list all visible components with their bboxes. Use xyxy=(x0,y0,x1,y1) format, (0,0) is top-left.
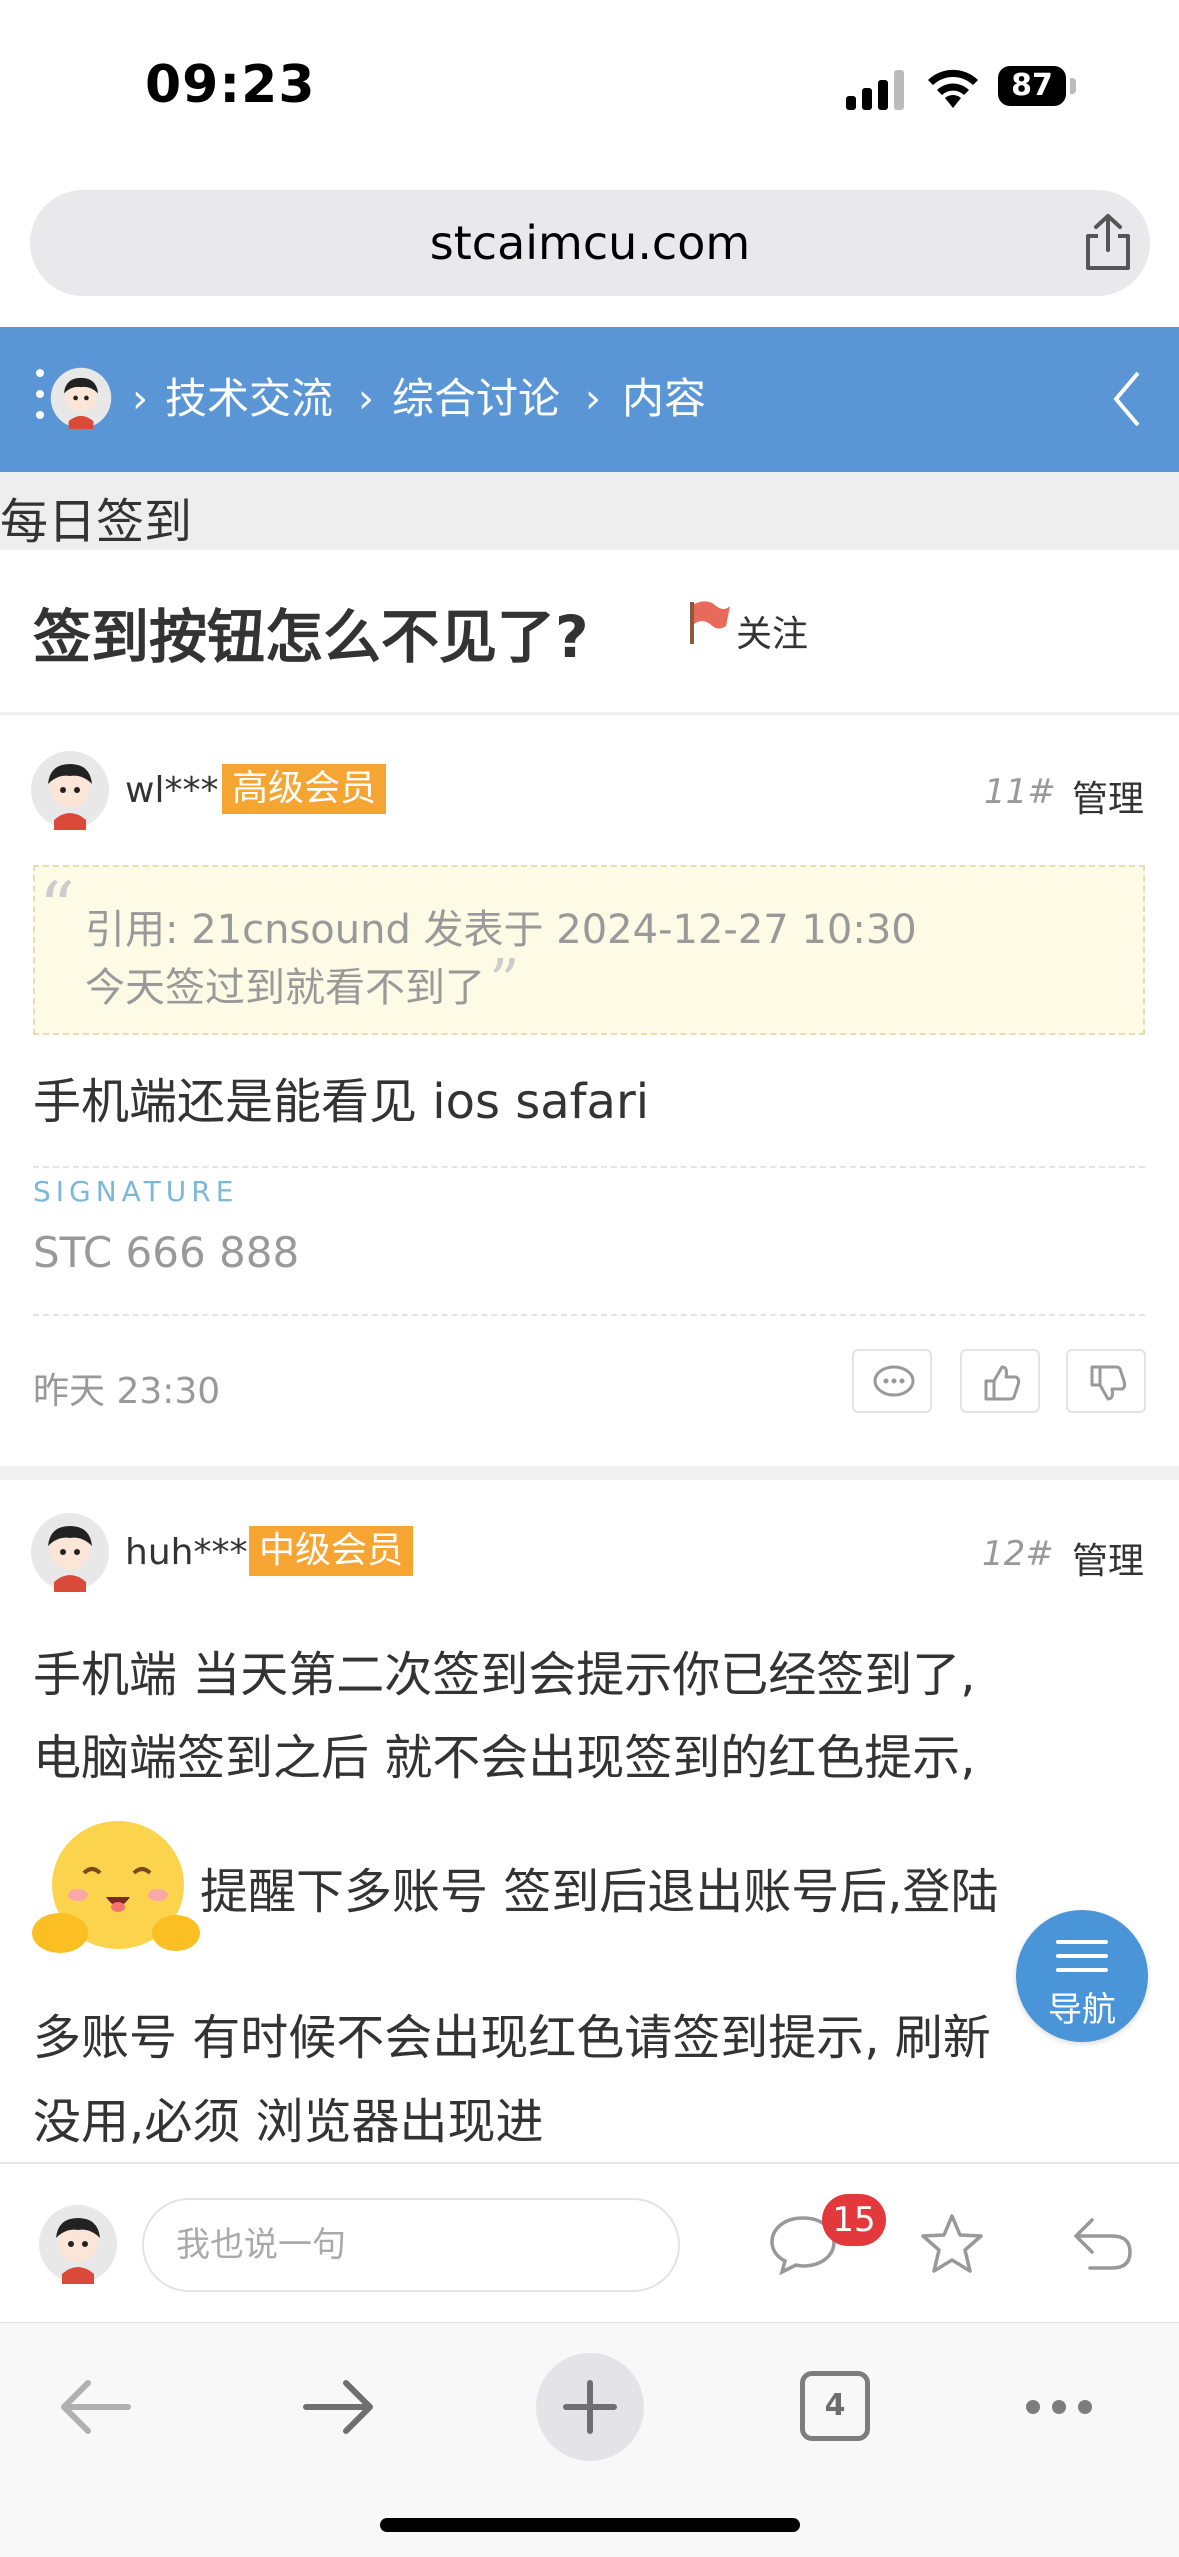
chevron-left-icon[interactable] xyxy=(1108,367,1148,431)
floor-number: 11# xyxy=(984,772,1056,812)
fab-label: 导航 xyxy=(1048,1990,1116,2030)
section-label[interactable]: 每日签到 xyxy=(0,482,192,552)
tabs-button[interactable]: 4 xyxy=(800,2371,870,2441)
manage-button[interactable]: 管理 xyxy=(1072,1532,1144,1584)
user-avatar-icon[interactable] xyxy=(50,367,112,429)
post-content-line: 提醒下多账号 签到后退出账号后,登陆 xyxy=(200,1864,999,1920)
post-separator xyxy=(0,1466,1179,1480)
new-tab-button[interactable] xyxy=(536,2353,644,2461)
quote-text: 今天签过到就看不到了 xyxy=(85,965,485,1011)
signature-text: STC 666 888 xyxy=(33,1228,300,1277)
post-content-line: 多账号 有时候不会出现红色请签到提示, 刷新 xyxy=(33,2010,991,2066)
flag-icon[interactable] xyxy=(686,598,732,648)
cellular-signal-icon xyxy=(846,68,906,110)
wifi-icon xyxy=(928,69,978,108)
emoji-sticker-icon xyxy=(32,1821,200,1953)
menu-dots-icon[interactable] xyxy=(36,369,46,429)
breadcrumb-sep: › xyxy=(358,376,374,422)
reply-arrow-icon[interactable] xyxy=(1070,2214,1134,2274)
menu-icon xyxy=(1056,1940,1108,1982)
battery-tip xyxy=(1070,78,1076,94)
rank-badge: 中级会员 xyxy=(249,1526,414,1576)
open-quote-icon: “ xyxy=(39,867,75,949)
back-arrow-icon[interactable] xyxy=(58,2375,132,2439)
battery-level: 87 xyxy=(998,66,1066,106)
thread-title: 签到按钮怎么不见了? xyxy=(33,603,589,671)
navigation-fab[interactable]: 导航 xyxy=(1016,1910,1148,2042)
manage-button[interactable]: 管理 xyxy=(1072,770,1144,822)
rank-badge: 高级会员 xyxy=(222,764,387,814)
dislike-button[interactable] xyxy=(1066,1349,1146,1413)
address-bar[interactable]: stcaimcu.com xyxy=(30,190,1150,296)
divider xyxy=(0,712,1179,715)
post-username[interactable]: wl*** xyxy=(125,770,218,811)
status-time: 09:23 xyxy=(145,55,316,115)
post-time: 昨天 23:30 xyxy=(33,1371,221,1412)
close-quote-icon: ” xyxy=(489,947,520,1017)
post-content: 手机端还是能看见 ios safari xyxy=(33,1074,650,1130)
post-content-line: 没用,必须 浏览器出现进 xyxy=(33,2094,544,2150)
url-text[interactable]: stcaimcu.com xyxy=(30,190,1150,296)
share-icon[interactable] xyxy=(1080,212,1136,272)
comment-icon xyxy=(873,1365,915,1397)
more-icon[interactable] xyxy=(1026,2399,1104,2418)
signature-label: SIGNATURE xyxy=(33,1175,239,1208)
avatar[interactable] xyxy=(30,750,110,830)
thumbs-down-icon xyxy=(1090,1365,1127,1401)
status-bar: 09:23 87 xyxy=(0,0,1179,160)
breadcrumb-item-tech[interactable]: 技术交流 xyxy=(165,374,333,424)
floor-number: 12# xyxy=(982,1534,1054,1574)
comment-count-badge: 15 xyxy=(822,2194,886,2246)
breadcrumb-item-content: 内容 xyxy=(622,374,707,423)
reply-bar: 我也说一句 15 xyxy=(0,2162,1179,2324)
post-content-line: 电脑端签到之后 就不会出现签到的红色提示, xyxy=(33,1730,976,1786)
avatar[interactable] xyxy=(38,2204,118,2284)
follow-button[interactable]: 关注 xyxy=(736,605,808,657)
thumbs-up-icon xyxy=(984,1365,1021,1401)
breadcrumb-sep: › xyxy=(585,376,601,422)
breadcrumb: › 技术交流 › 综合讨论 › 内容 xyxy=(0,327,1179,472)
post-content-line: 手机端 当天第二次签到会提示你已经签到了, xyxy=(33,1647,976,1703)
reply-button[interactable] xyxy=(852,1349,932,1413)
breadcrumb-item-general[interactable]: 综合讨论 xyxy=(392,374,560,424)
star-icon[interactable] xyxy=(918,2212,986,2276)
forward-arrow-icon[interactable] xyxy=(302,2375,376,2439)
reply-input[interactable]: 我也说一句 xyxy=(142,2198,680,2292)
section-label-bar: 每日签到 xyxy=(0,472,1179,550)
quote-block: “ 引用: 21cnsound 发表于 2024-12-27 10:30 今天签… xyxy=(33,865,1145,1035)
post-username[interactable]: huh*** xyxy=(125,1532,247,1573)
home-indicator xyxy=(380,2518,800,2532)
breadcrumb-sep: › xyxy=(132,376,148,422)
avatar[interactable] xyxy=(30,1512,110,1592)
divider xyxy=(33,1314,1145,1316)
like-button[interactable] xyxy=(960,1349,1040,1413)
divider xyxy=(33,1166,1145,1168)
plus-icon xyxy=(563,2380,617,2434)
